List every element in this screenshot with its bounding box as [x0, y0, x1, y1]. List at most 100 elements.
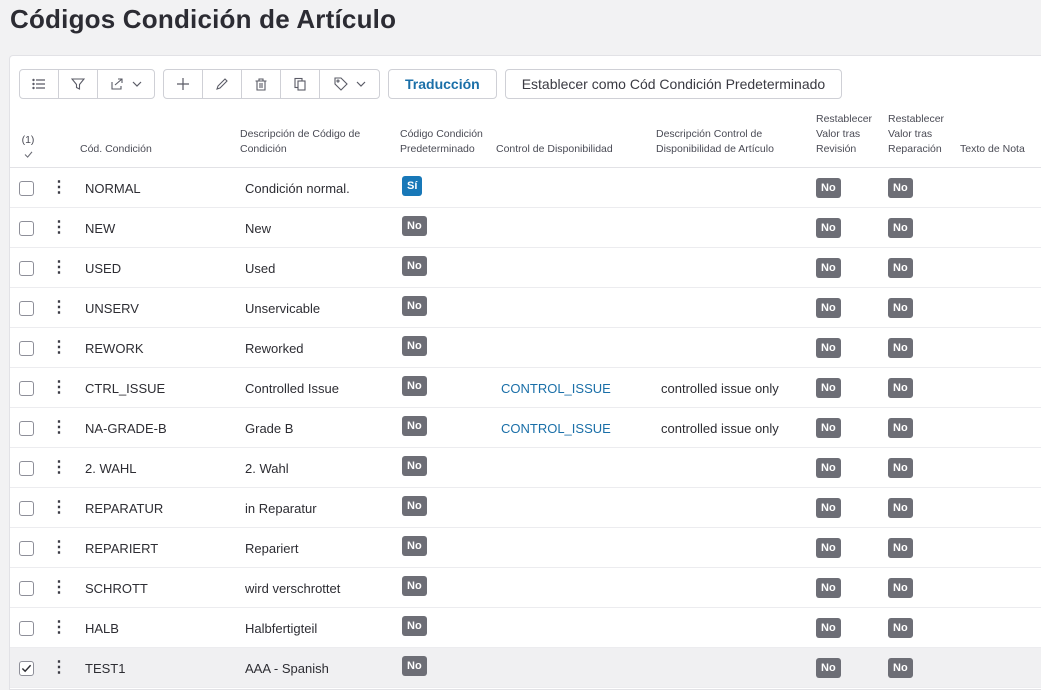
row-checkbox[interactable] — [19, 300, 34, 316]
table-row[interactable]: ⋮ NORMAL Condición normal. Sí No No — [10, 168, 1041, 208]
default-badge: No — [402, 336, 427, 356]
kebab-icon[interactable]: ⋮ — [51, 540, 67, 556]
cell-description: New — [245, 220, 272, 236]
row-checkbox[interactable] — [19, 260, 34, 276]
reset-repair-badge: No — [888, 418, 913, 438]
table-row[interactable]: ⋮ CTRL_ISSUE Controlled Issue No CONTROL_ISS… — [10, 368, 1041, 408]
tag-icon — [333, 77, 348, 91]
reset-revision-badge: No — [816, 578, 841, 598]
list-view-button[interactable] — [20, 70, 59, 98]
header-default[interactable]: Código Condición Predeterminado — [400, 127, 490, 157]
cell-code: REWORK — [85, 340, 144, 356]
header-code[interactable]: Cód. Condición — [80, 142, 152, 157]
chevron-down-icon — [356, 81, 365, 87]
default-badge: No — [402, 256, 427, 276]
selection-counter[interactable]: (1) — [21, 133, 35, 163]
row-checkbox[interactable] — [19, 500, 34, 516]
table-row[interactable]: ⋮ TEST1 AAA - Spanish No No No — [10, 648, 1041, 688]
reset-repair-badge: No — [888, 218, 913, 238]
reset-repair-badge: No — [888, 258, 913, 278]
header-availability[interactable]: Control de Disponibilidad — [496, 142, 613, 157]
edit-group — [163, 69, 380, 99]
set-default-button[interactable]: Establecer como Cód Condición Predetermi… — [504, 69, 843, 99]
kebab-icon[interactable]: ⋮ — [51, 220, 67, 236]
table-row[interactable]: ⋮ 2. WAHL 2. Wahl No No No — [10, 448, 1041, 488]
selected-count: (1) — [21, 134, 35, 146]
trash-icon — [255, 78, 267, 91]
cell-description: 2. Wahl — [245, 460, 289, 476]
table-row[interactable]: ⋮ NA-GRADE-B Grade B No CONTROL_ISSUE control… — [10, 408, 1041, 448]
table-row[interactable]: ⋮ NEW New No No No — [10, 208, 1041, 248]
reset-repair-badge: No — [888, 498, 913, 518]
kebab-icon[interactable]: ⋮ — [51, 500, 67, 516]
row-checkbox[interactable] — [19, 220, 34, 236]
header-reset-revision[interactable]: Restablecer Valor tras Revisión — [816, 112, 880, 157]
table-row[interactable]: ⋮ REPARATUR in Reparatur No No No — [10, 488, 1041, 528]
kebab-icon[interactable]: ⋮ — [51, 580, 67, 596]
header-availability-desc[interactable]: Descripción Control de Disponibilidad de… — [656, 127, 786, 157]
list-icon — [32, 78, 45, 90]
default-badge: No — [402, 536, 427, 556]
kebab-icon[interactable]: ⋮ — [51, 380, 67, 396]
reset-revision-badge: No — [816, 378, 841, 398]
cell-availability-link[interactable]: CONTROL_ISSUE — [501, 368, 611, 408]
default-badge: No — [402, 456, 427, 476]
header-note[interactable]: Texto de Nota — [960, 142, 1025, 157]
kebab-icon[interactable]: ⋮ — [51, 620, 67, 636]
row-checkbox[interactable] — [19, 660, 34, 676]
filter-button[interactable] — [59, 70, 98, 98]
kebab-icon[interactable]: ⋮ — [51, 180, 67, 196]
cell-code: NEW — [85, 220, 116, 236]
kebab-icon[interactable]: ⋮ — [51, 260, 67, 276]
table-row[interactable]: ⋮ UNSERV Unservicable No No No — [10, 288, 1041, 328]
row-checkbox[interactable] — [19, 420, 34, 436]
cell-code: SCHROTT — [85, 580, 148, 596]
row-checkbox[interactable] — [19, 180, 34, 196]
kebab-icon[interactable]: ⋮ — [51, 340, 67, 356]
cell-availability-desc: controlled issue only — [661, 420, 779, 436]
reset-revision-badge: No — [816, 338, 841, 358]
cell-code: 2. WAHL — [85, 460, 137, 476]
cell-code: CTRL_ISSUE — [85, 380, 166, 396]
table-row[interactable]: ⋮ REWORK Reworked No No No — [10, 328, 1041, 368]
header-reset-repair[interactable]: Restablecer Valor tras Reparación — [888, 112, 952, 157]
reset-revision-badge: No — [816, 418, 841, 438]
table-panel: Traducción Establecer como Cód Condición… — [9, 55, 1041, 690]
header-description[interactable]: Descripción de Código de Condición — [240, 127, 375, 157]
cell-code: HALB — [85, 620, 119, 636]
copy-icon — [294, 77, 306, 91]
row-checkbox[interactable] — [19, 460, 34, 476]
duplicate-button[interactable] — [281, 70, 320, 98]
kebab-icon[interactable]: ⋮ — [51, 300, 67, 316]
kebab-icon[interactable]: ⋮ — [51, 420, 67, 436]
kebab-icon[interactable]: ⋮ — [51, 660, 67, 676]
row-checkbox[interactable] — [19, 580, 34, 596]
default-badge: No — [402, 576, 427, 596]
delete-button[interactable] — [242, 70, 281, 98]
table-row[interactable]: ⋮ USED Used No No No — [10, 248, 1041, 288]
row-checkbox[interactable] — [19, 340, 34, 356]
table-row[interactable]: ⋮ REPARIERT Repariert No No No — [10, 528, 1041, 568]
row-checkbox[interactable] — [19, 620, 34, 636]
view-group — [19, 69, 155, 99]
default-badge: No — [402, 296, 427, 316]
reset-revision-badge: No — [816, 218, 841, 238]
checkmark-icon — [21, 664, 32, 672]
edit-button[interactable] — [203, 70, 242, 98]
add-button[interactable] — [164, 70, 203, 98]
export-button[interactable] — [98, 70, 154, 98]
table-header: (1) Cód. Condición Descripción de Código… — [10, 106, 1041, 168]
kebab-icon[interactable]: ⋮ — [51, 460, 67, 476]
cell-availability-link[interactable]: CONTROL_ISSUE — [501, 408, 611, 448]
table-row[interactable]: ⋮ SCHROTT wird verschrottet No No No — [10, 568, 1041, 608]
tag-menu-button[interactable] — [320, 70, 379, 98]
cell-code: REPARATUR — [85, 500, 164, 516]
reset-repair-badge: No — [888, 538, 913, 558]
table-row[interactable]: ⋮ HALB Halbfertigteil No No No — [10, 608, 1041, 648]
row-checkbox[interactable] — [19, 540, 34, 556]
reset-revision-badge: No — [816, 618, 841, 638]
row-checkbox[interactable] — [19, 380, 34, 396]
cell-description: wird verschrottet — [245, 580, 341, 596]
reset-revision-badge: No — [816, 258, 841, 278]
translation-button[interactable]: Traducción — [388, 69, 497, 99]
